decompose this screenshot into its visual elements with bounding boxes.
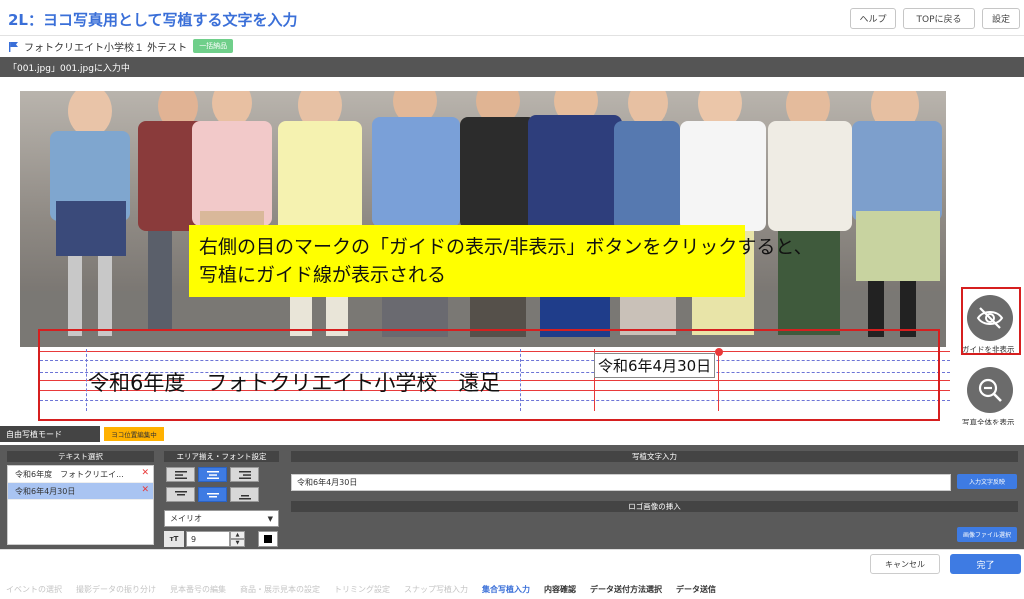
instruction-callout: 右側の目のマークの「ガイドの表示/非表示」ボタンをクリックすると、 写植にガイド… <box>189 225 813 297</box>
valign-middle-button[interactable] <box>198 487 227 502</box>
text-item-label: 令和6年4月30日 <box>15 486 76 496</box>
font-size-icon: тT <box>164 531 184 547</box>
align-right-button[interactable] <box>230 467 259 482</box>
align-center-icon <box>206 470 219 479</box>
mode-status-badge: ヨコ位置編集中 <box>104 427 164 441</box>
text-input-header: 写植文字入力 <box>291 451 1018 462</box>
step-confirm[interactable]: 内容確認 <box>544 584 576 595</box>
workflow-steps: イベントの選択 撮影データの振り分け 見本番号の編集 商品・展示見本の設定 トリ… <box>0 579 1024 599</box>
size-down-icon[interactable]: ▼ <box>230 539 245 547</box>
project-bar: フォトクリエイト小学校１ 外テスト 一括納品 <box>0 36 1024 56</box>
mode-label: 自由写植モード <box>0 426 100 442</box>
font-select-value: メイリオ <box>170 514 202 523</box>
logo-insert-header: ロゴ画像の挿入 <box>291 501 1018 512</box>
step-sample-number[interactable]: 見本番号の編集 <box>170 584 226 595</box>
project-name: フォトクリエイト小学校１ 外テスト <box>24 42 188 54</box>
align-right-icon <box>238 470 251 479</box>
step-data-send[interactable]: データ送信 <box>676 584 716 595</box>
text-item-label: 令和6年度 フォトクリエイ... <box>15 469 124 479</box>
font-size-input[interactable]: 9 <box>186 531 230 547</box>
align-left-button[interactable] <box>166 467 195 482</box>
mode-bar: 自由写植モード ヨコ位置編集中 <box>0 425 1024 445</box>
valign-middle-icon <box>206 492 219 497</box>
font-color-button[interactable] <box>258 531 278 547</box>
valign-top-button[interactable] <box>166 487 195 502</box>
page-title: 2L：ヨコ写真用として写植する文字を入力 <box>8 11 298 29</box>
edit-panel: テキスト選択 令和6年度 フォトクリエイ... ✕ 令和6年4月30日 ✕ エリ… <box>0 445 1024 549</box>
text-select-header: テキスト選択 <box>7 451 154 462</box>
text-list-item[interactable]: 令和6年度 フォトクリエイ... ✕ <box>8 466 153 483</box>
back-to-top-button[interactable]: TOPに戻る <box>903 8 975 29</box>
file-status-bar: 「001.jpg」001.jpgに入力中 <box>0 57 1024 77</box>
delivery-badge: 一括納品 <box>193 39 234 53</box>
select-image-file-button[interactable]: 画像ファイル選択 <box>957 527 1017 542</box>
guide-button-highlight-box <box>961 287 1021 355</box>
settings-button[interactable]: 設定 <box>982 8 1020 29</box>
typesetting-highlight-box <box>38 329 940 421</box>
footer-actions: キャンセル 完了 <box>0 549 1024 579</box>
delete-icon[interactable]: ✕ <box>141 468 149 478</box>
color-swatch-icon <box>264 535 272 543</box>
step-snap-typeset[interactable]: スナップ写植入力 <box>404 584 468 595</box>
cancel-button[interactable]: キャンセル <box>870 554 940 574</box>
text-select-list: 令和6年度 フォトクリエイ... ✕ 令和6年4月30日 ✕ <box>7 465 154 545</box>
align-center-button[interactable] <box>198 467 227 482</box>
editor-canvas: 右側の目のマークの「ガイドの表示/非表示」ボタンをクリックすると、 写植にガイド… <box>0 77 1024 427</box>
step-event-select[interactable]: イベントの選択 <box>6 584 62 595</box>
step-delivery-method[interactable]: データ送付方法選択 <box>590 584 662 595</box>
step-photo-sort[interactable]: 撮影データの振り分け <box>76 584 156 595</box>
flag-icon <box>9 41 18 52</box>
align-font-header: エリア揃え・フォント設定 <box>164 451 279 462</box>
group-photo <box>20 91 946 347</box>
valign-top-icon <box>174 490 187 495</box>
size-up-icon[interactable]: ▲ <box>230 531 245 539</box>
valign-bottom-button[interactable] <box>230 487 259 502</box>
step-product-settings[interactable]: 商品・展示見本の設定 <box>240 584 320 595</box>
font-select[interactable]: メイリオ ▼ <box>164 510 279 527</box>
delete-icon[interactable]: ✕ <box>141 485 149 495</box>
photo-image <box>20 91 946 347</box>
step-trimming[interactable]: トリミング設定 <box>334 584 390 595</box>
apply-text-button[interactable]: 入力文字反映 <box>957 474 1017 489</box>
done-button[interactable]: 完了 <box>950 554 1021 574</box>
zoom-out-icon <box>978 378 1002 402</box>
chevron-down-icon: ▼ <box>267 515 273 523</box>
text-list-item[interactable]: 令和6年4月30日 ✕ <box>8 483 153 500</box>
app-header: 2L：ヨコ写真用として写植する文字を入力 ヘルプ TOPに戻る 設定 <box>0 0 1024 36</box>
valign-bottom-icon <box>238 494 251 499</box>
align-left-icon <box>174 470 187 479</box>
callout-line-2: 写植にガイド線が表示される <box>199 264 447 286</box>
callout-line-1: 右側の目のマークの「ガイドの表示/非表示」ボタンをクリックすると、 <box>199 236 813 258</box>
help-button[interactable]: ヘルプ <box>850 8 896 29</box>
fit-photo-button[interactable] <box>967 367 1013 413</box>
typeset-text-input[interactable]: 令和6年4月30日 <box>291 474 951 491</box>
step-group-typeset[interactable]: 集合写植入力 <box>482 584 530 595</box>
